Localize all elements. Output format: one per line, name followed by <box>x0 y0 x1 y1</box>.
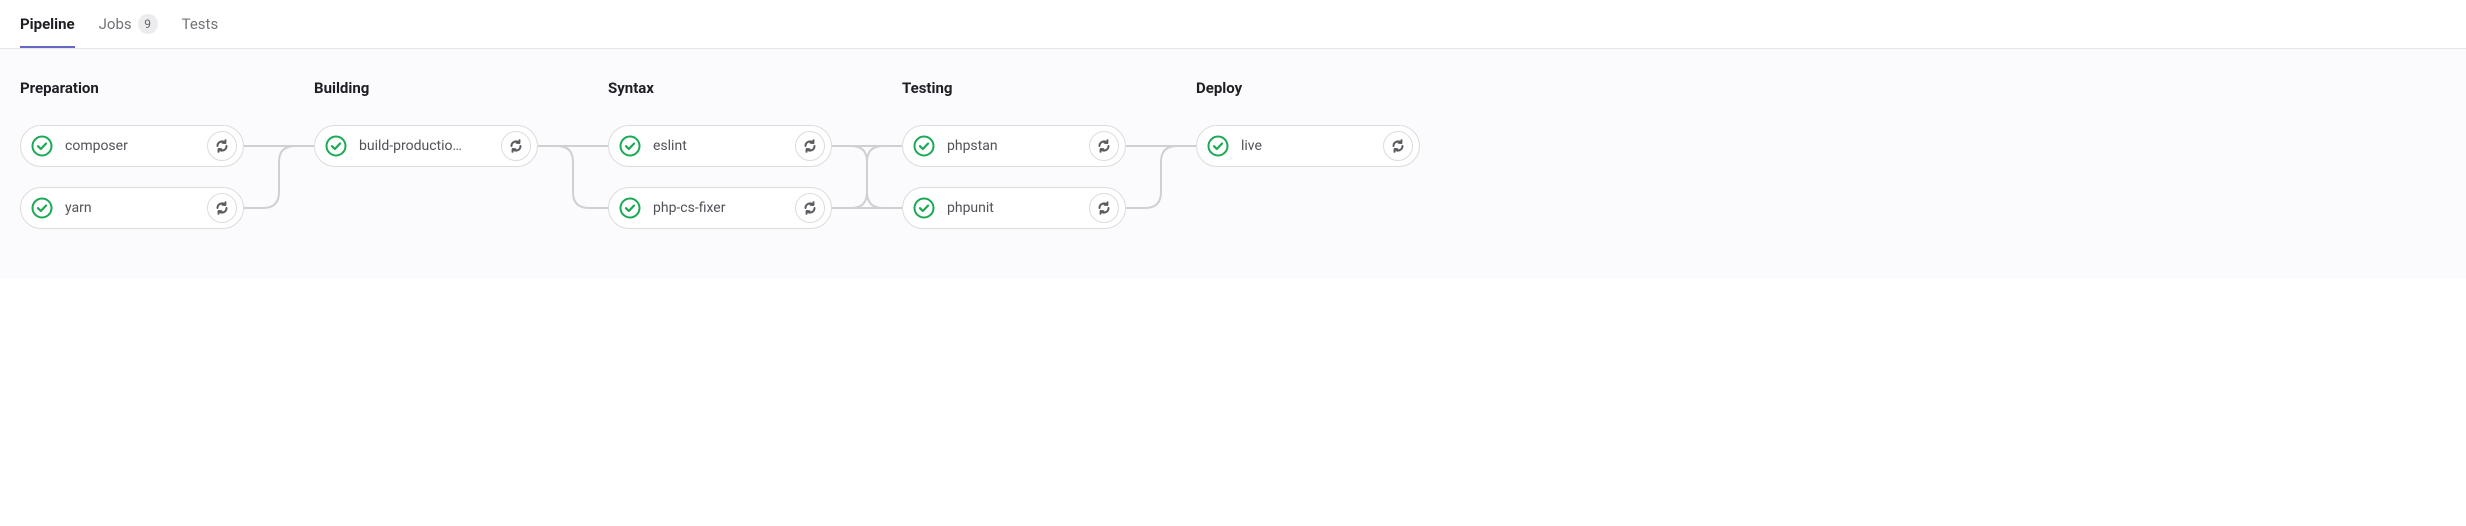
stage-column: Testing phpstan phpunit <box>902 79 1126 229</box>
job-label: phpunit <box>947 200 1079 216</box>
tab-label: Tests <box>182 15 219 33</box>
success-icon <box>29 133 55 159</box>
job-list: live <box>1196 125 1420 167</box>
job-list: composer yarn <box>20 125 244 229</box>
success-icon <box>323 133 349 159</box>
job-pill[interactable]: php-cs-fixer <box>608 187 832 229</box>
success-icon <box>911 133 937 159</box>
tab-label: Pipeline <box>20 15 75 33</box>
job-label: eslint <box>653 138 785 154</box>
success-icon <box>911 195 937 221</box>
success-icon <box>1205 133 1231 159</box>
retry-button[interactable] <box>207 193 237 223</box>
job-label: php-cs-fixer <box>653 200 785 216</box>
tab-jobs[interactable]: Jobs 9 <box>99 0 158 48</box>
stage-column: Preparation composer yarn <box>20 79 244 229</box>
tab-label: Jobs <box>99 15 132 33</box>
stage-title: Deploy <box>1196 79 1420 97</box>
retry-button[interactable] <box>795 131 825 161</box>
job-pill[interactable]: composer <box>20 125 244 167</box>
success-icon <box>617 195 643 221</box>
stage-title: Testing <box>902 79 1126 97</box>
job-label: phpstan <box>947 138 1079 154</box>
tab-pipeline[interactable]: Pipeline <box>20 1 75 47</box>
tabs-bar: Pipeline Jobs 9 Tests <box>0 0 2466 49</box>
stage-column: Deploy live <box>1196 79 1420 229</box>
job-pill[interactable]: phpstan <box>902 125 1126 167</box>
retry-button[interactable] <box>1089 193 1119 223</box>
job-list: phpstan phpunit <box>902 125 1126 229</box>
job-label: composer <box>65 138 197 154</box>
stage-column: Building build-productio… <box>314 79 538 229</box>
job-list: eslint php-cs-fixer <box>608 125 832 229</box>
stage-title: Syntax <box>608 79 832 97</box>
stage-title: Preparation <box>20 79 244 97</box>
retry-button[interactable] <box>1089 131 1119 161</box>
job-pill[interactable]: live <box>1196 125 1420 167</box>
job-label: yarn <box>65 200 197 216</box>
success-icon <box>29 195 55 221</box>
retry-button[interactable] <box>795 193 825 223</box>
tab-jobs-count-badge: 9 <box>138 14 158 34</box>
retry-button[interactable] <box>1383 131 1413 161</box>
retry-button[interactable] <box>501 131 531 161</box>
stage-column: Syntax eslint php-cs-fixer <box>608 79 832 229</box>
retry-button[interactable] <box>207 131 237 161</box>
job-pill[interactable]: build-productio… <box>314 125 538 167</box>
job-pill[interactable]: yarn <box>20 187 244 229</box>
stage-title: Building <box>314 79 538 97</box>
job-pill[interactable]: eslint <box>608 125 832 167</box>
tab-tests[interactable]: Tests <box>182 1 219 47</box>
job-label: live <box>1241 138 1373 154</box>
job-pill[interactable]: phpunit <box>902 187 1126 229</box>
job-list: build-productio… <box>314 125 538 167</box>
pipeline-graph: Preparation composer yarn Building build… <box>0 49 2466 279</box>
job-label: build-productio… <box>359 138 491 154</box>
success-icon <box>617 133 643 159</box>
